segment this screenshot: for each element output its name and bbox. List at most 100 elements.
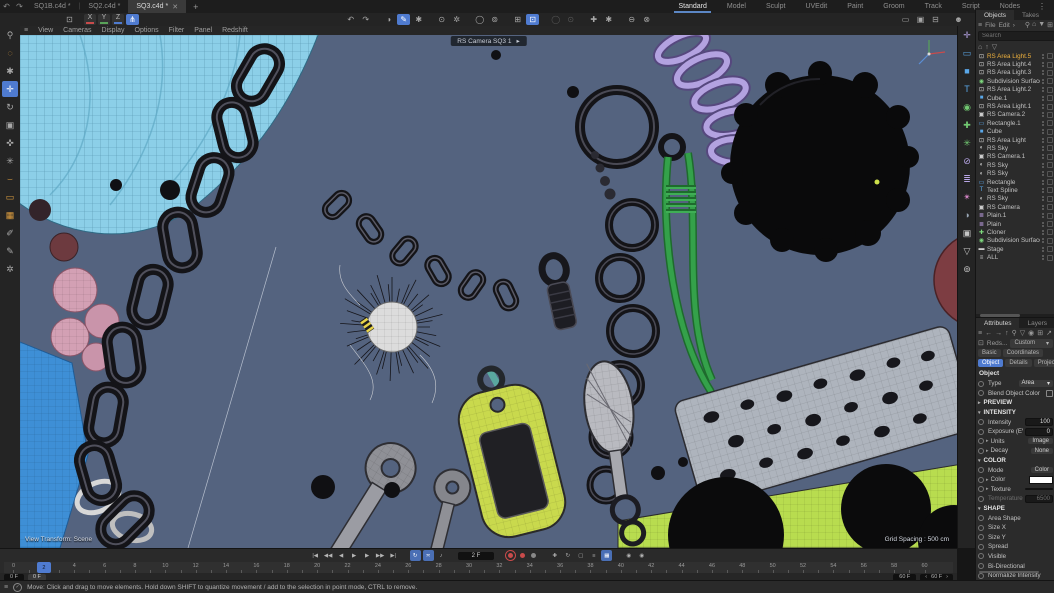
render-toggle[interactable] (1047, 204, 1053, 210)
keyframe-dot[interactable] (978, 467, 984, 473)
object-row[interactable]: ◐ RS Sky (976, 195, 1054, 203)
workspace-icon[interactable]: ⊡ (63, 14, 76, 25)
search-icon[interactable]: ⚲ (1012, 329, 1017, 337)
brush-tool-icon[interactable]: ✎ (397, 14, 410, 25)
viewport-search-icon[interactable]: ⚲ (2, 27, 18, 43)
render-toggle[interactable] (1047, 246, 1053, 252)
filter-icon[interactable]: ▼ (1038, 21, 1045, 29)
object-row[interactable]: ◉ Subdivision Surface.1 (976, 77, 1054, 85)
object-row[interactable]: ≡ ALL (976, 253, 1054, 261)
scale-tool-icon[interactable]: ▣ (2, 117, 18, 133)
undo-icon[interactable]: ↶ (0, 2, 13, 11)
visibility-dots[interactable] (1042, 70, 1044, 75)
filter-icon[interactable]: ▽ (1020, 329, 1025, 337)
panel-tab-layers[interactable]: Layers (1019, 318, 1054, 328)
object-row[interactable]: ⊡ RS Area Light.5 (976, 52, 1054, 60)
undo-tool-icon[interactable]: ↶ (344, 14, 357, 25)
visibility-dots[interactable] (1042, 255, 1044, 260)
object-row[interactable]: ≣ Plain (976, 220, 1054, 228)
mode-control[interactable]: Color (1031, 467, 1053, 473)
redo-tool-icon[interactable]: ↷ (359, 14, 372, 25)
viewport-menu-display[interactable]: Display (102, 27, 125, 34)
guide-b-icon[interactable]: ⊙ (564, 14, 577, 25)
layout-tab-paint[interactable]: Paint (837, 0, 873, 13)
status-menu-icon[interactable]: ≡ (4, 584, 8, 591)
layout-tab-uvedit[interactable]: UVEdit (795, 0, 837, 13)
attributes-hscrollbar[interactable] (979, 571, 1039, 573)
prev-key-icon[interactable]: ◀◀ (323, 550, 334, 561)
visibility-dots[interactable] (1042, 146, 1044, 151)
objects-hscrollbar[interactable] (976, 314, 1054, 317)
keyframe-dot[interactable] (978, 419, 984, 425)
objects-file-menu[interactable]: File (985, 22, 995, 29)
render-toggle[interactable] (1047, 120, 1053, 126)
attr-tab-object[interactable]: Object (978, 359, 1003, 367)
render-toggle[interactable] (1047, 145, 1053, 151)
visibility-dots[interactable] (1042, 54, 1044, 59)
section-color[interactable]: ▾COLOR (976, 456, 1054, 466)
render-toggle[interactable] (1047, 70, 1053, 76)
spline-pen-icon[interactable]: ▭ (959, 45, 975, 61)
render-view-icon[interactable]: ▭ (899, 14, 912, 25)
layout-tab-sculpt[interactable]: Sculpt (756, 0, 795, 13)
text-spline-create-icon[interactable]: T (959, 81, 975, 97)
camera-create-icon[interactable]: ▣ (959, 225, 975, 241)
render-toggle[interactable] (1047, 154, 1053, 160)
blend-object-color-control[interactable] (1046, 390, 1053, 397)
forward-icon[interactable]: → (995, 330, 1002, 337)
stamp-tool-icon[interactable]: ✱ (412, 14, 425, 25)
visibility-dots[interactable] (1042, 171, 1044, 176)
pen-tool-icon[interactable]: ✎ (2, 243, 18, 259)
units-control[interactable]: Image (1028, 438, 1053, 444)
playhead[interactable]: 2 (37, 562, 51, 573)
render-settings-icon[interactable]: ⊟ (929, 14, 942, 25)
attr-tab-coordinates[interactable]: Coordinates (1003, 349, 1043, 357)
visibility-dots[interactable] (1042, 104, 1044, 109)
record-options-button[interactable] (529, 551, 538, 560)
object-row[interactable]: ▣ RS Camera.1 (976, 153, 1054, 161)
move-tool-icon[interactable]: ✛ (2, 81, 18, 97)
spline-arc-tool-icon[interactable]: ⌣ (2, 171, 18, 187)
keyframe-dot[interactable] (978, 381, 984, 387)
object-row[interactable]: ⊡ RS Area Light.3 (976, 69, 1054, 77)
cloner-create-icon[interactable]: ✚ (959, 117, 975, 133)
magnet-options-icon[interactable]: ✱ (602, 14, 615, 25)
material-create-icon[interactable]: ⊚ (959, 261, 975, 277)
expand-icon[interactable]: ↗ (1046, 329, 1052, 337)
parent-up-icon[interactable]: ↑ (985, 44, 989, 51)
viewport-menu-cameras[interactable]: Cameras (63, 27, 91, 34)
loop-playback-icon[interactable]: ↻ (410, 550, 421, 561)
motion-clip-icon[interactable]: ◉ (623, 550, 634, 561)
object-row[interactable]: T Text Spline (976, 186, 1054, 194)
render-toggle[interactable] (1047, 179, 1053, 185)
visibility-dots[interactable] (1042, 238, 1044, 243)
new-tab-button[interactable]: + (186, 2, 205, 12)
point-edit-tool-icon[interactable]: ✳ (2, 153, 18, 169)
object-row[interactable]: ⊡ RS Area Light.4 (976, 60, 1054, 68)
object-row[interactable]: ✚ Cloner (976, 228, 1054, 236)
keyframe-dot[interactable] (978, 553, 984, 559)
viewport-menu-panel[interactable]: Panel (194, 27, 212, 34)
menu-icon[interactable]: ≡ (978, 330, 982, 337)
section-intensity[interactable]: ▾INTENSITY (976, 408, 1054, 418)
home-icon[interactable]: ⌂ (978, 44, 982, 51)
next-frame-icon[interactable]: ▶ (362, 550, 373, 561)
attr-tab-project[interactable]: Project (1034, 359, 1054, 367)
render-toggle[interactable] (1047, 87, 1053, 93)
object-row[interactable]: ◐ RS Sky (976, 144, 1054, 152)
visibility-dots[interactable] (1042, 222, 1044, 227)
type-control[interactable]: Area▾ (1019, 380, 1054, 387)
visibility-dots[interactable] (1042, 154, 1044, 159)
deformer-icon[interactable]: ✳ (959, 135, 975, 151)
keyframe-dot[interactable] (978, 515, 984, 521)
primitive-cube-icon[interactable]: ■ (959, 63, 975, 79)
remove-tool-icon[interactable]: ⊖ (625, 14, 638, 25)
up-icon[interactable]: ↑ (1005, 330, 1009, 337)
decay-control[interactable]: None (1031, 448, 1053, 454)
objects-menu-icon[interactable]: ≡ (978, 22, 982, 29)
document-tab[interactable]: SQ1B.c4d * (26, 0, 79, 13)
character-options-icon[interactable]: ✲ (450, 14, 463, 25)
grid-toggle-icon[interactable]: ⊞ (511, 14, 524, 25)
object-row[interactable]: ▣ RS Camera (976, 203, 1054, 211)
section-shape[interactable]: ▾SHAPE (976, 504, 1054, 514)
